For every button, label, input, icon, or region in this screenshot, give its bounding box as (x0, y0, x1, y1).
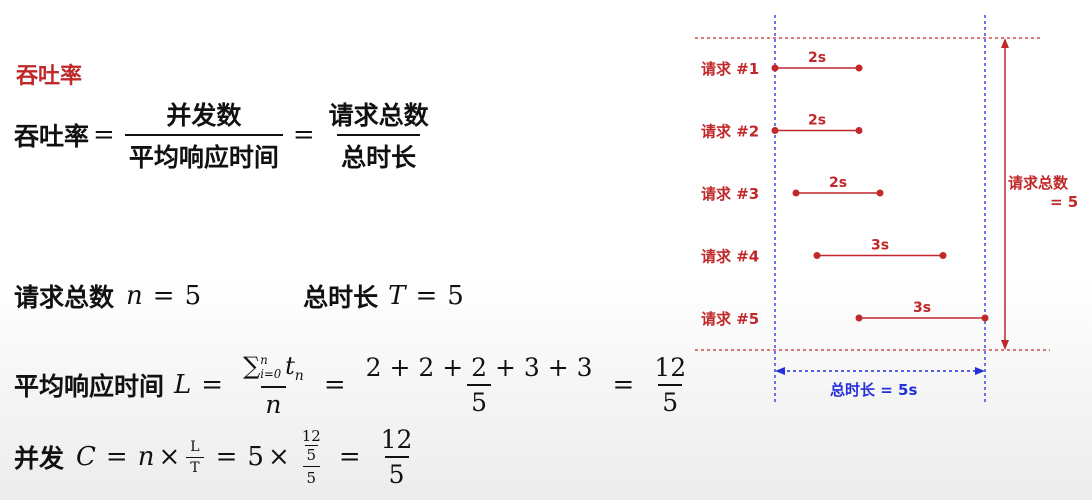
request-label: 请求 #3 (701, 185, 759, 203)
arrow-up-head (1001, 38, 1009, 48)
request-start-dot (855, 314, 863, 322)
request-duration-label: 3s (913, 300, 931, 316)
request-label: 请求 #5 (701, 310, 759, 328)
request-start-dot (813, 252, 821, 259)
total-requests-annotation: 请求总数 (1008, 174, 1069, 192)
arrow-down-head (1001, 340, 1009, 350)
request-duration-label: 2s (808, 50, 826, 66)
request-end-dot (981, 314, 989, 322)
request-bars: 请求 #1 2s 请求 #2 2s 请求 #3 2s 请求 #4 3s 请求 #5 3s (701, 50, 989, 328)
request-label: 请求 #4 (701, 248, 759, 266)
request-end-dot (855, 64, 863, 72)
request-start-dot (771, 127, 779, 134)
total-requests-value: = 5 (1050, 193, 1078, 211)
request-label: 请求 #1 (701, 60, 759, 78)
request-end-dot (876, 189, 884, 197)
request-start-dot (792, 189, 800, 197)
request-end-dot (939, 252, 947, 259)
request-duration-label: 2s (829, 175, 847, 191)
arrow-right-head (975, 367, 985, 375)
request-duration-label: 3s (871, 238, 889, 254)
total-time-annotation: 总时长 = 5s (830, 381, 917, 399)
request-end-dot (855, 127, 863, 134)
request-label: 请求 #2 (701, 123, 759, 141)
request-duration-label: 2s (808, 113, 826, 129)
request-timeline-diagram: 请求总数 = 5 总时长 = 5s 请求 #12s请求 #22s请求 #32s请… (695, 15, 1078, 405)
arrow-left-head (775, 367, 785, 375)
request-start-dot (771, 64, 779, 72)
